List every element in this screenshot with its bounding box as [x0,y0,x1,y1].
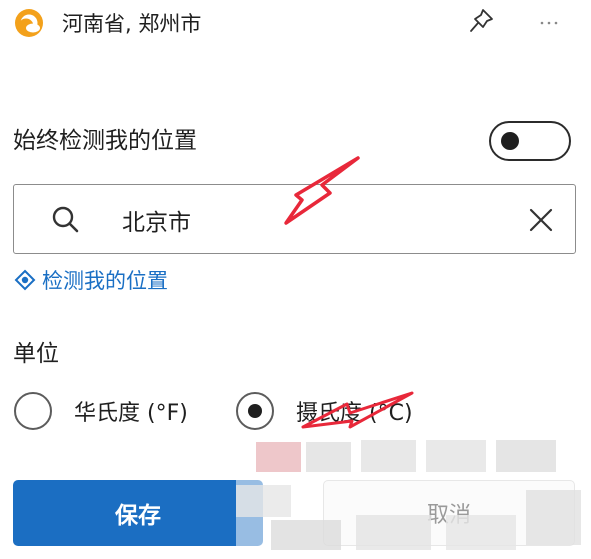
fahrenheit-label: 华氏度 (°F) [74,401,188,426]
watermark-overlay [236,430,591,559]
always-detect-location-toggle[interactable] [489,121,571,161]
close-icon[interactable] [524,203,558,237]
location-title: 河南省, 郑州市 [62,12,202,36]
radio-selected-dot [248,404,262,418]
save-button[interactable]: 保存 [13,480,263,546]
search-icon [52,206,79,233]
detect-my-location-label: 检测我的位置 [42,269,168,293]
location-search-box[interactable] [13,184,576,254]
celsius-radio-circle[interactable] [236,392,274,430]
more-horizontal-icon[interactable] [534,6,564,36]
celsius-radio[interactable]: 摄氏度 (°C) [236,390,413,432]
pin-icon[interactable] [466,6,496,36]
celsius-label: 摄氏度 (°C) [296,401,413,426]
detect-my-location-link[interactable]: 检测我的位置 [14,265,168,295]
always-detect-location-label: 始终检测我的位置 [13,128,197,154]
fahrenheit-radio-circle[interactable] [14,392,52,430]
location-search-input[interactable] [110,200,502,240]
weather-app-icon [15,9,43,37]
flyout-header: 河南省, 郑州市 [0,0,591,52]
fahrenheit-radio[interactable]: 华氏度 (°F) [14,390,188,432]
units-heading: 单位 [13,341,59,367]
location-icon [14,269,36,291]
toggle-knob [501,132,519,150]
